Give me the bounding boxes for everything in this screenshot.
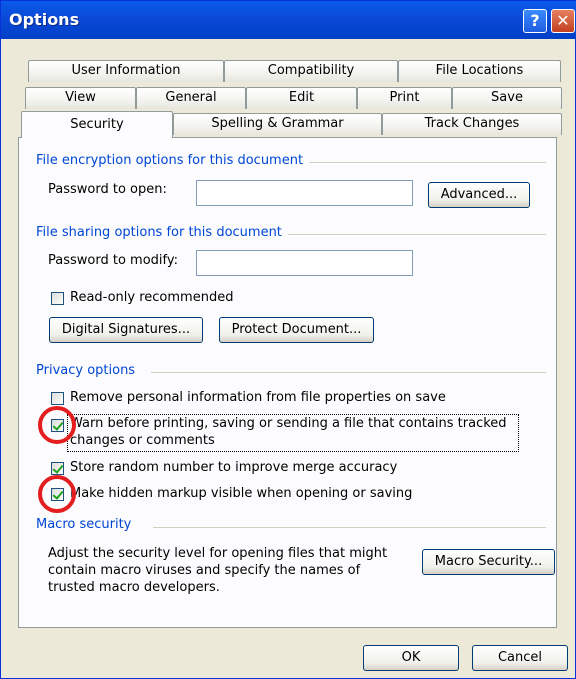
- help-button[interactable]: ?: [523, 9, 547, 33]
- group-divider: [153, 527, 546, 528]
- password-modify-label: Password to modify:: [48, 253, 178, 268]
- highlight-circle: [38, 475, 76, 513]
- ok-button[interactable]: OK: [363, 645, 459, 671]
- macro-security-button[interactable]: Macro Security...: [422, 549, 555, 575]
- question-mark-icon: ?: [530, 11, 540, 30]
- tab-general[interactable]: General: [136, 87, 246, 109]
- hidden-markup-label: Make hidden markup visible when opening …: [70, 486, 413, 501]
- group-divider: [301, 162, 546, 163]
- tab-track-changes[interactable]: Track Changes: [382, 113, 562, 135]
- macro-group-label: Macro security: [36, 517, 138, 532]
- tab-security[interactable]: Security: [21, 111, 173, 138]
- close-icon: ✕: [556, 11, 570, 30]
- group-divider: [286, 234, 546, 235]
- tab-compatibility[interactable]: Compatibility: [224, 60, 398, 82]
- tab-edit[interactable]: Edit: [246, 87, 357, 109]
- dialog-title: Options: [9, 10, 80, 29]
- tab-save[interactable]: Save: [452, 87, 562, 109]
- group-divider: [151, 372, 546, 373]
- warn-tracked-changes-label-line2: changes or comments: [70, 433, 215, 448]
- macro-description-line3: trusted macro developers.: [48, 580, 220, 595]
- macro-description-line2: contain macro viruses and specify the na…: [48, 563, 361, 578]
- encryption-group-label: File encryption options for this documen…: [36, 153, 310, 168]
- digital-signatures-button[interactable]: Digital Signatures...: [49, 317, 203, 343]
- password-open-input[interactable]: [196, 180, 413, 206]
- tab-print[interactable]: Print: [357, 87, 452, 109]
- cancel-button[interactable]: Cancel: [472, 645, 568, 671]
- title-bar[interactable]: Options ? ✕: [1, 1, 576, 39]
- remove-personal-info-checkbox[interactable]: [51, 392, 64, 405]
- remove-personal-info-label: Remove personal information from file pr…: [70, 390, 446, 405]
- store-random-number-label: Store random number to improve merge acc…: [70, 460, 398, 475]
- readonly-label: Read-only recommended: [70, 290, 234, 305]
- protect-document-button[interactable]: Protect Document...: [219, 317, 374, 343]
- password-modify-input[interactable]: [196, 250, 413, 276]
- macro-description-line1: Adjust the security level for opening fi…: [48, 546, 388, 561]
- advanced-button[interactable]: Advanced...: [428, 182, 530, 208]
- tab-file-locations[interactable]: File Locations: [398, 60, 561, 82]
- options-dialog: Options ? ✕ User Information Compatibili…: [0, 0, 576, 679]
- sharing-group-label: File sharing options for this document: [36, 225, 288, 240]
- tab-spelling-grammar[interactable]: Spelling & Grammar: [173, 113, 382, 135]
- highlight-circle: [38, 406, 76, 444]
- password-open-label: Password to open:: [48, 182, 167, 197]
- close-button[interactable]: ✕: [551, 9, 575, 33]
- readonly-checkbox[interactable]: [51, 292, 64, 305]
- privacy-group-label: Privacy options: [36, 363, 142, 378]
- tab-user-information[interactable]: User Information: [28, 60, 224, 82]
- tab-view[interactable]: View: [25, 87, 136, 109]
- warn-tracked-changes-label: Warn before printing, saving or sending …: [70, 416, 507, 431]
- store-random-number-checkbox[interactable]: [51, 462, 64, 475]
